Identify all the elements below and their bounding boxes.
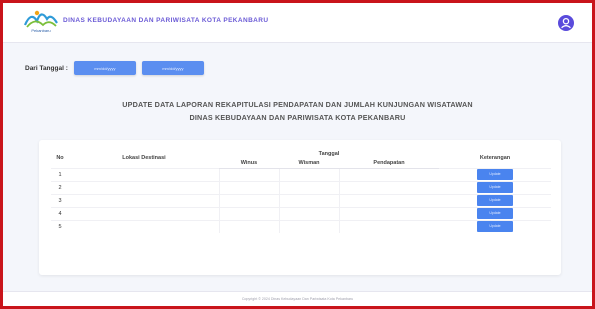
header-tanggal: Tanggal bbox=[318, 150, 340, 157]
row-number: 3 bbox=[51, 193, 69, 207]
winus-cell[interactable] bbox=[218, 206, 279, 220]
header-winus: Winus bbox=[219, 159, 279, 169]
lokasi-cell[interactable] bbox=[69, 193, 219, 207]
lokasi-cell[interactable] bbox=[69, 167, 219, 181]
keterangan-cell: Update bbox=[439, 219, 551, 233]
end-date-input[interactable]: mm/dd/yyyy bbox=[141, 61, 204, 75]
app-title: DINAS KEBUDAYAAN DAN PARIWISATA KOTA PEK… bbox=[63, 17, 269, 24]
update-button[interactable]: Update bbox=[477, 195, 513, 206]
user-account-button[interactable] bbox=[558, 15, 574, 31]
row-number: 5 bbox=[51, 219, 69, 233]
logo-caption: Pekanbaru bbox=[31, 28, 51, 33]
keterangan-cell: Update bbox=[439, 167, 551, 181]
header-wisman: Wisman bbox=[279, 159, 339, 169]
update-button[interactable]: Update bbox=[477, 221, 513, 233]
date-filter: Dari Tanggal : mm/dd/yyyy mm/dd/yyyy bbox=[25, 60, 204, 76]
wisman-cell[interactable] bbox=[278, 180, 339, 194]
row-number: 1 bbox=[51, 167, 69, 181]
wisman-cell[interactable] bbox=[278, 206, 339, 220]
report-card: No Lokasi Destinasi Tanggal Keterangan W… bbox=[39, 140, 561, 275]
wisman-cell[interactable] bbox=[278, 219, 339, 233]
table-row: 2 Update bbox=[51, 180, 551, 194]
row-number: 4 bbox=[51, 206, 69, 220]
wisman-cell[interactable] bbox=[278, 167, 339, 181]
pendapatan-cell[interactable] bbox=[338, 206, 439, 220]
date-filter-label: Dari Tanggal : bbox=[25, 64, 68, 72]
winus-cell[interactable] bbox=[218, 167, 279, 181]
city-logo-icon bbox=[23, 10, 58, 28]
update-button[interactable]: Update bbox=[477, 169, 513, 180]
keterangan-cell: Update bbox=[439, 193, 551, 207]
user-icon bbox=[561, 17, 571, 29]
page-title-line2: DINAS KEBUDAYAAN DAN PARIWISATA KOTA PEK… bbox=[189, 113, 406, 122]
row-number: 2 bbox=[51, 180, 69, 194]
update-button[interactable]: Update bbox=[477, 208, 513, 219]
city-logo[interactable]: Pekanbaru bbox=[23, 7, 59, 37]
report-table: No Lokasi Destinasi Tanggal Keterangan W… bbox=[51, 148, 551, 233]
page-title-line1: UPDATE DATA LAPORAN REKAPITULASI PENDAPA… bbox=[122, 100, 473, 109]
update-button[interactable]: Update bbox=[477, 182, 513, 193]
pendapatan-cell[interactable] bbox=[338, 219, 439, 233]
footer: Copyright © 2024 Dinas Kebudayaan Dan Pa… bbox=[3, 291, 592, 306]
table-row: 4 Update bbox=[51, 206, 551, 220]
keterangan-cell: Update bbox=[439, 180, 551, 194]
main-content: Dari Tanggal : mm/dd/yyyy mm/dd/yyyy UPD… bbox=[3, 43, 592, 291]
top-navbar: Pekanbaru DINAS KEBUDAYAAN DAN PARIWISAT… bbox=[3, 3, 592, 43]
page-title: UPDATE DATA LAPORAN REKAPITULASI PENDAPA… bbox=[3, 98, 592, 124]
header-no: No bbox=[56, 154, 64, 161]
table-row: 5 Update bbox=[51, 219, 551, 233]
winus-cell[interactable] bbox=[218, 180, 279, 194]
header-pendapatan: Pendapatan bbox=[339, 159, 439, 169]
pendapatan-cell[interactable] bbox=[338, 193, 439, 207]
winus-cell[interactable] bbox=[218, 193, 279, 207]
lokasi-cell[interactable] bbox=[69, 206, 219, 220]
lokasi-cell[interactable] bbox=[69, 180, 219, 194]
start-date-input[interactable]: mm/dd/yyyy bbox=[73, 61, 136, 75]
winus-cell[interactable] bbox=[218, 219, 279, 233]
table-row: 1 Update bbox=[51, 167, 551, 181]
header-lokasi: Lokasi Destinasi bbox=[122, 154, 166, 161]
pendapatan-cell[interactable] bbox=[338, 167, 439, 181]
lokasi-cell[interactable] bbox=[69, 219, 219, 233]
wisman-cell[interactable] bbox=[278, 193, 339, 207]
header-keterangan: Keterangan bbox=[479, 154, 511, 161]
table-row: 3 Update bbox=[51, 193, 551, 207]
keterangan-cell: Update bbox=[439, 206, 551, 220]
pendapatan-cell[interactable] bbox=[338, 180, 439, 194]
